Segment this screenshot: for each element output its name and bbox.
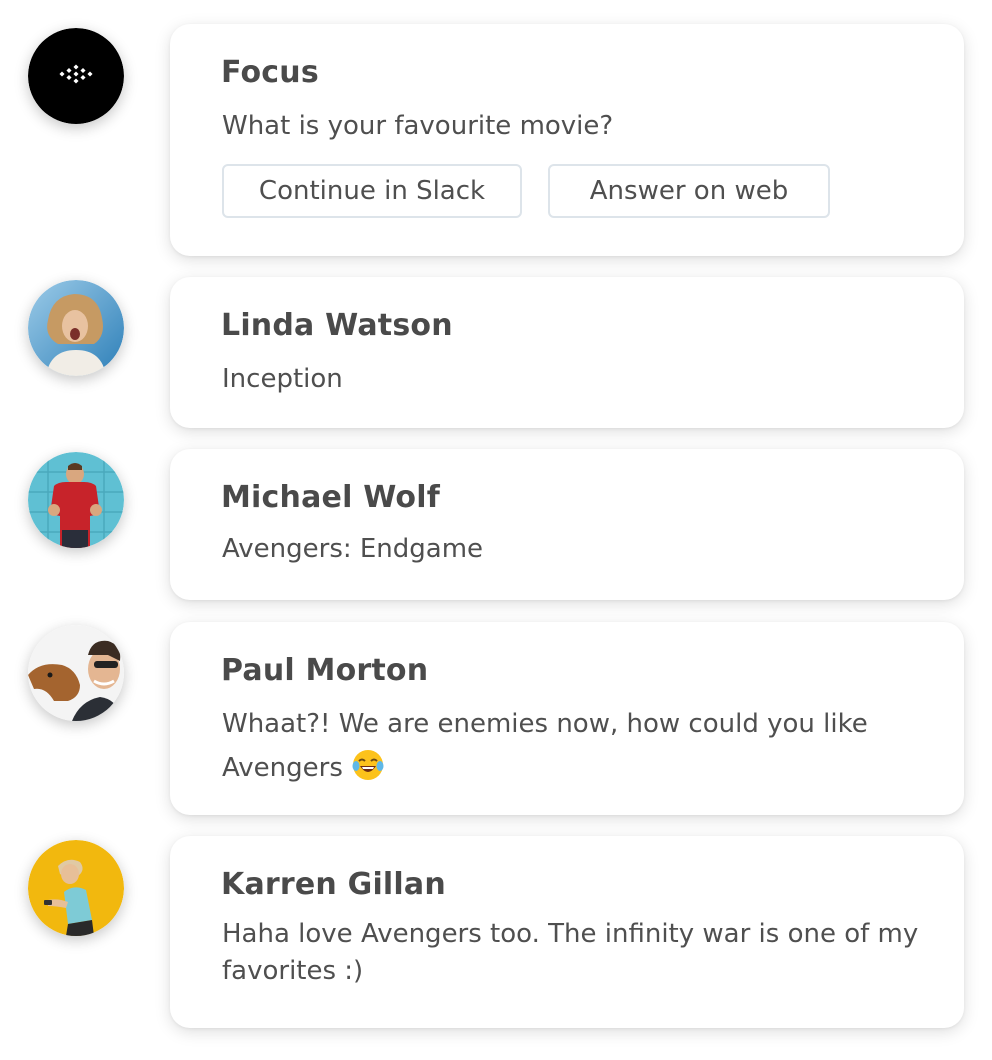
message-card: Focus What is your favourite movie? Cont… [170, 24, 964, 256]
message-card: Michael Wolf Avengers: Endgame [170, 449, 964, 600]
continue-in-slack-button[interactable]: Continue in Slack [222, 164, 522, 218]
sender-name: Linda Watson [221, 308, 453, 343]
message-card: Linda Watson Inception [170, 277, 964, 428]
focus-logo-icon [28, 28, 124, 124]
sender-name: Focus [221, 55, 319, 90]
message-card: Paul Morton Whaat?! We are enemies now, … [170, 622, 964, 815]
message-text: Whaat?! We are enemies now, how could yo… [222, 702, 884, 790]
sender-name: Paul Morton [221, 653, 429, 688]
laughing-crying-emoji-icon [351, 748, 385, 782]
message-card: Karren Gillan Haha love Avengers too. Th… [170, 836, 964, 1028]
paul-morton-avatar [28, 625, 124, 721]
message-text: Inception [222, 364, 343, 394]
answer-on-web-button[interactable]: Answer on web [548, 164, 830, 218]
message-text-content: Whaat?! We are enemies now, how could yo… [222, 709, 868, 783]
michael-wolf-avatar [28, 452, 124, 548]
sender-name: Michael Wolf [221, 480, 440, 515]
linda-watson-avatar [28, 280, 124, 376]
sender-name: Karren Gillan [221, 867, 446, 902]
message-text: Haha love Avengers too. The infinity war… [222, 919, 919, 986]
message-text: Avengers: Endgame [222, 534, 484, 564]
message-text: What is your favourite movie? [222, 111, 614, 141]
karren-gillan-avatar [28, 840, 124, 936]
